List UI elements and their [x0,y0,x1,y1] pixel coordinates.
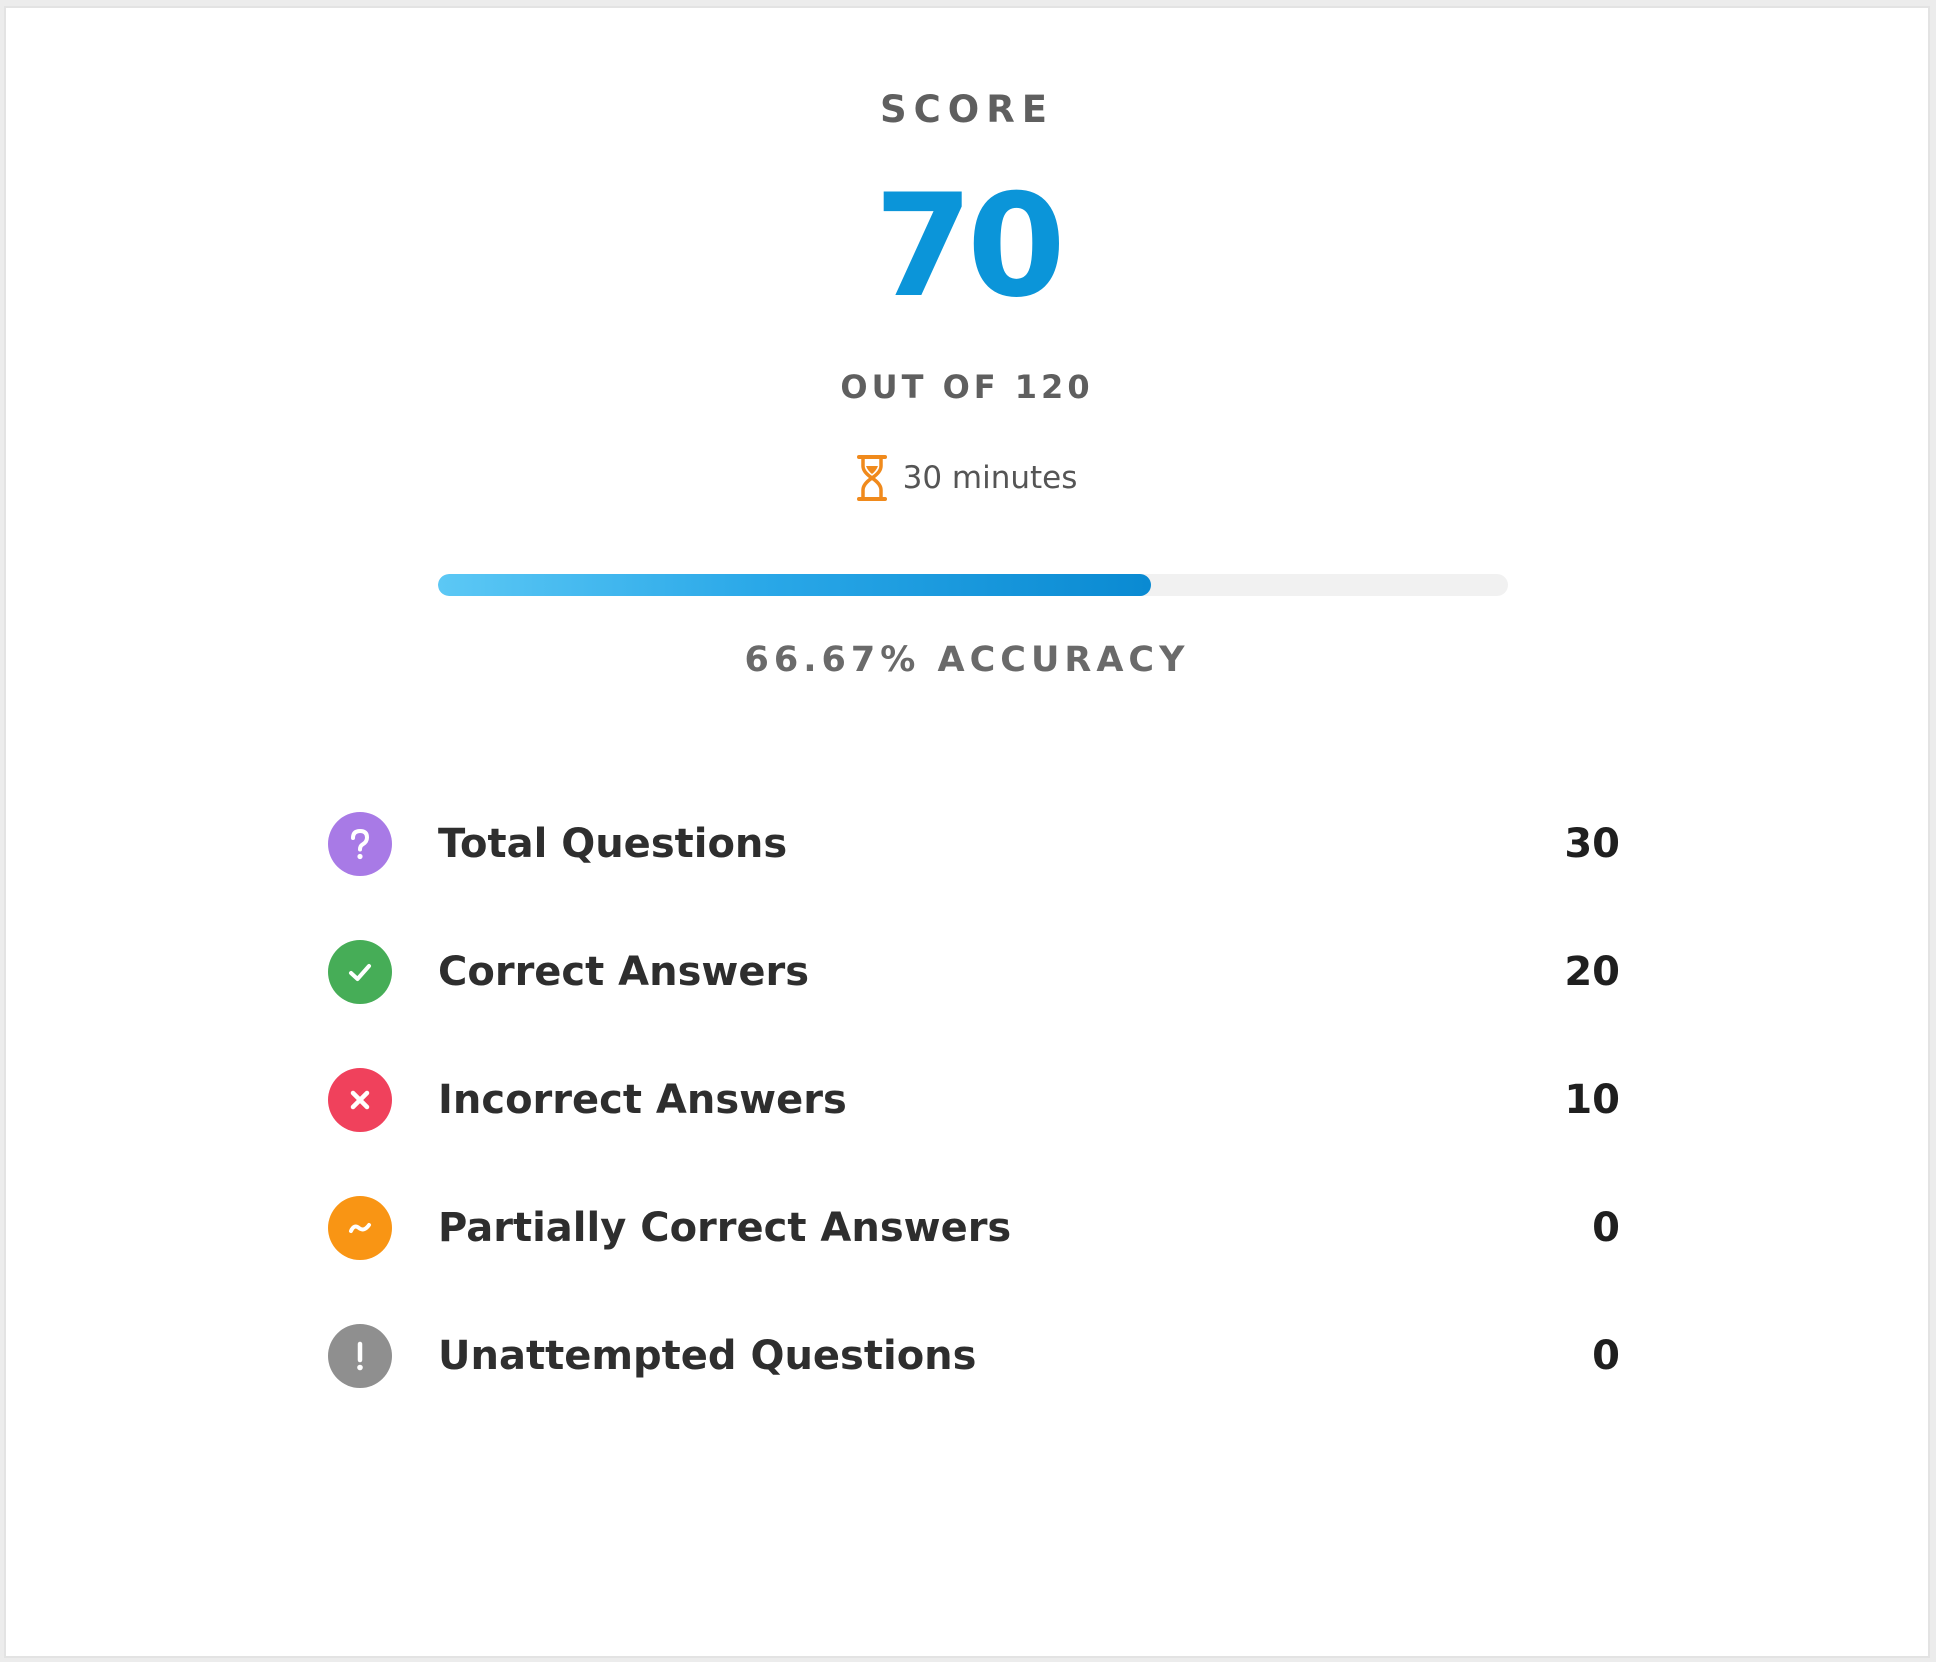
exclamation-icon [328,1324,392,1388]
stat-label: Incorrect Answers [438,1077,847,1123]
time-text: 30 minutes [902,460,1078,496]
stat-value: 0 [1592,1333,1620,1379]
stat-label: Correct Answers [438,949,810,995]
stat-label: Unattempted Questions [438,1333,977,1379]
tilde-icon [328,1196,392,1260]
cross-icon [328,1068,392,1132]
stat-row-unattempted-questions: Unattempted Questions 0 [328,1324,1620,1388]
stat-row-correct-answers: Correct Answers 20 [328,940,1620,1004]
stat-row-incorrect-answers: Incorrect Answers 10 [328,1068,1620,1132]
stat-label: Total Questions [438,821,788,867]
stat-value: 20 [1564,949,1620,995]
stat-row-partially-correct-answers: Partially Correct Answers 0 [328,1196,1620,1260]
check-icon [328,940,392,1004]
stat-value: 10 [1564,1077,1620,1123]
time-taken: 30 minutes [6,454,1928,502]
score-label: SCORE [879,88,1055,131]
accuracy-text: 66.67% ACCURACY [744,640,1190,680]
score-value: 70 [874,164,1066,329]
stat-row-total-questions: Total Questions 30 [328,812,1620,876]
stat-label: Partially Correct Answers [438,1205,1012,1251]
stat-value: 30 [1564,821,1620,867]
stat-value: 0 [1592,1205,1620,1251]
score-out-of: OUT OF 120 [840,368,1094,406]
score-card: SCORE 70 OUT OF 120 30 minutes 66.67% AC… [4,6,1930,1658]
hourglass-icon [856,454,887,502]
accuracy-progress-bar [438,574,1508,596]
accuracy-progress-fill [438,574,1152,596]
question-icon [328,812,392,876]
stats-list: Total Questions 30 Correct Answers 20 In… [328,812,1620,1452]
